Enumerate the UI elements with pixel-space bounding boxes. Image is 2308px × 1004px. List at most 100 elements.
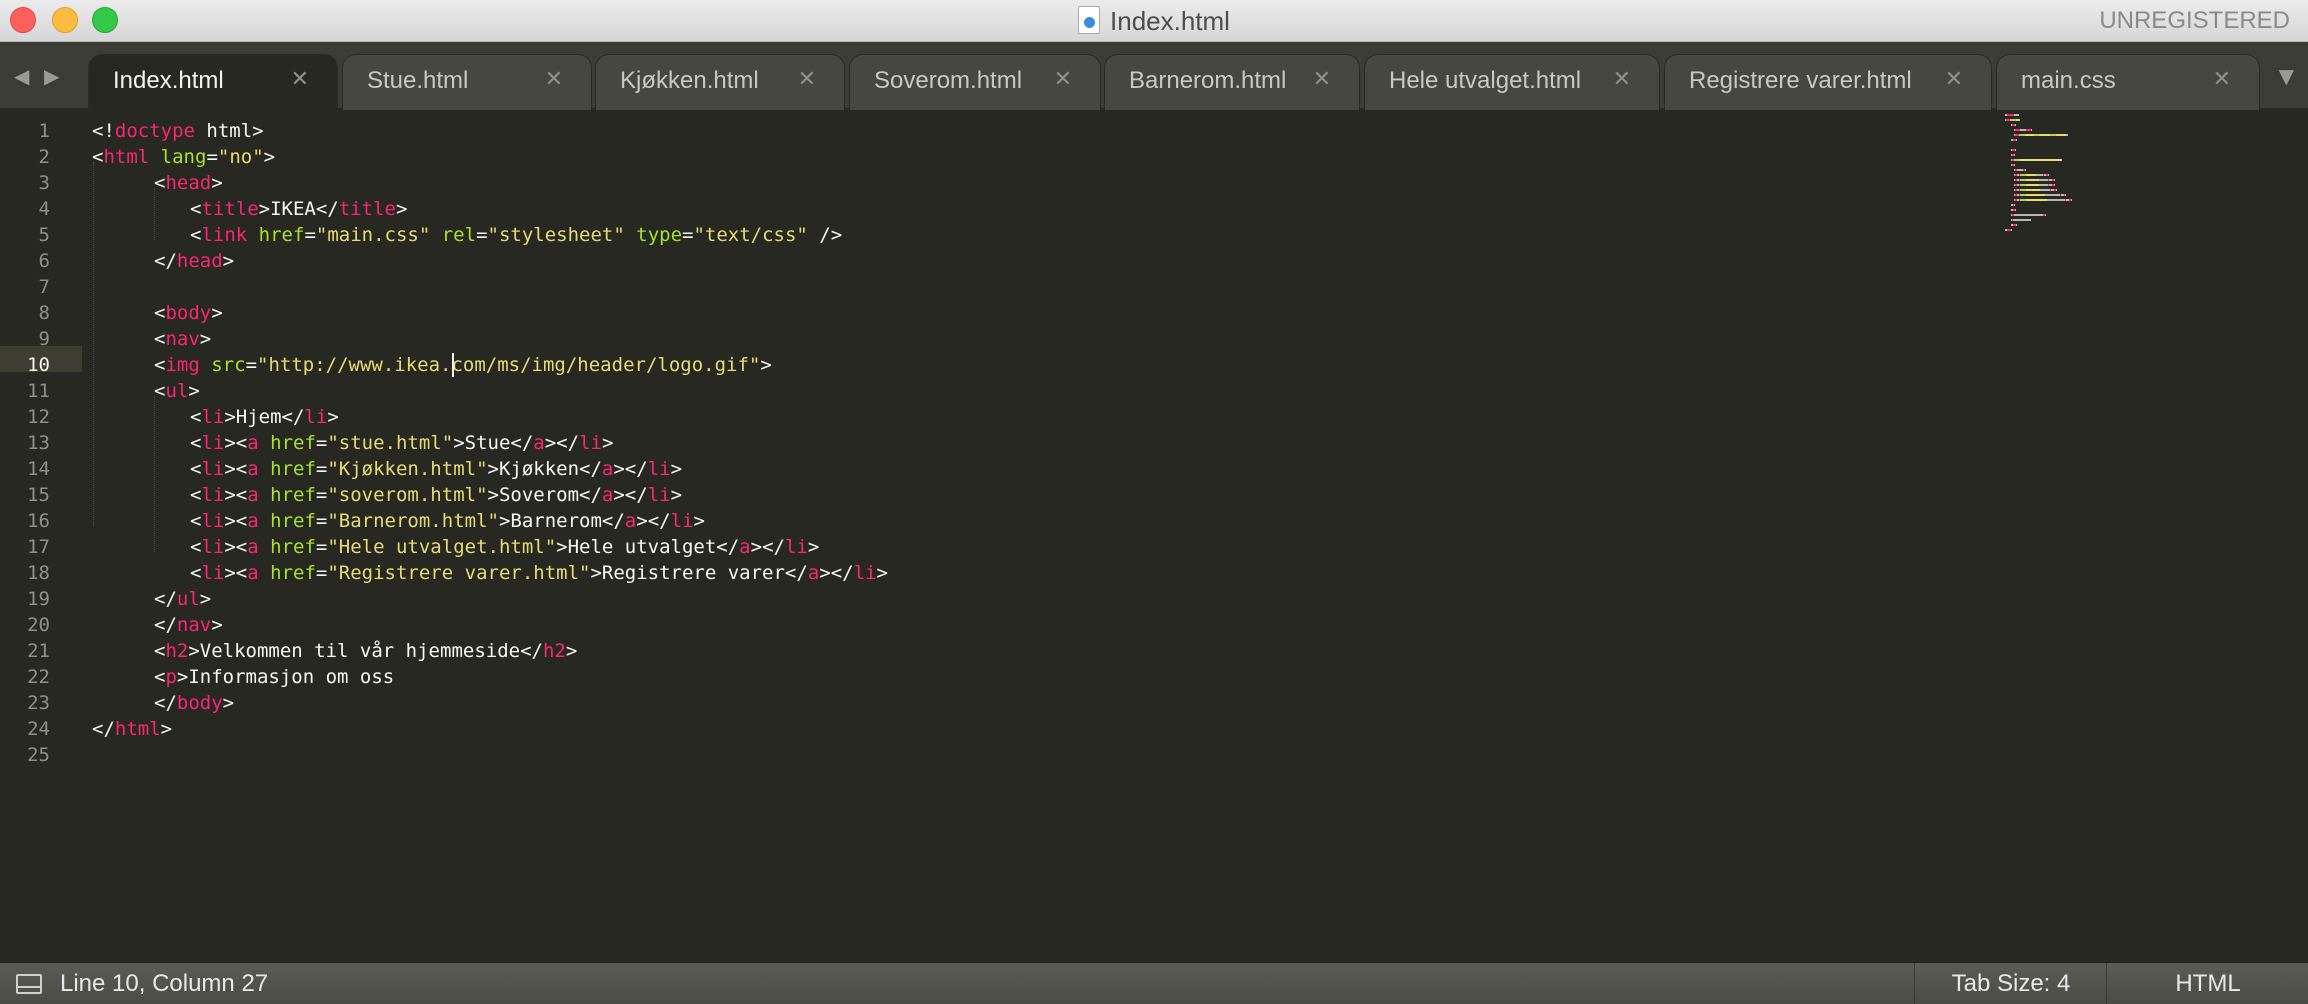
line-number: 16 [27, 510, 50, 532]
tab-1[interactable]: Stue.html ✕ [342, 54, 592, 110]
tab-2[interactable]: Kjøkken.html ✕ [595, 54, 845, 110]
code-token: a [624, 510, 637, 532]
code-editor[interactable]: 1 2 3 4 5 6 7 8 9 10 11 12 13 14 15 16 17 18 19 20 21 22 23 24 2… [0, 110, 2308, 962]
minimap-stroke [2016, 224, 2018, 226]
code-token: = [304, 224, 316, 246]
arrow-right-icon[interactable]: ▶ [44, 64, 59, 88]
close-icon[interactable]: ✕ [1945, 67, 1963, 92]
code-token: "http://www.ikea.com/ms/img/header/logo.… [257, 354, 761, 376]
code-line: <link href="main.css" rel="stylesheet" t… [190, 222, 842, 248]
code-token: a [807, 562, 820, 584]
line-number: 5 [38, 224, 50, 246]
code-token: >< [224, 432, 248, 454]
status-divider [1914, 963, 1915, 1004]
status-bar: Line 10, Column 27 Tab Size: 4 HTML [0, 962, 2308, 1004]
code-token: >Hele utvalget</ [556, 536, 740, 558]
line-number: 17 [27, 536, 50, 558]
minimap-stroke [2012, 219, 2031, 221]
code-token: "Kjøkken.html" [327, 458, 488, 480]
code-line: <title>IKEA</title> [190, 196, 407, 222]
tab-label: Registrere varer.html [1689, 67, 1912, 94]
code-line: <nav> [154, 326, 211, 352]
tab-label: main.css [2021, 67, 2116, 94]
code-token: >< [224, 510, 248, 532]
line-number: 9 [38, 328, 50, 350]
code-token: a [533, 432, 545, 454]
minimap-stroke [2015, 124, 2017, 126]
minimap-stroke [2031, 129, 2033, 131]
minimap-stroke [2038, 179, 2049, 181]
code-token: </ [154, 250, 177, 272]
code-token: </ [154, 614, 177, 636]
code-token: < [190, 224, 202, 246]
minimap-stroke [2025, 199, 2048, 201]
code-token: > [327, 406, 339, 428]
code-token: > [199, 588, 212, 610]
minimap-stroke [2014, 204, 2016, 206]
code-token: html [114, 718, 161, 740]
minimap-stroke [2054, 184, 2056, 186]
line-number: 18 [27, 562, 50, 584]
code-token: ></ [750, 536, 785, 558]
line-number: 19 [27, 588, 50, 610]
code-token: html [103, 146, 150, 168]
code-token: > [395, 198, 408, 220]
code-token: > [601, 432, 614, 454]
minimap-stroke [2025, 189, 2040, 191]
code-token: h2 [165, 640, 189, 662]
code-token: a [601, 484, 614, 506]
code-token: ></ [636, 510, 671, 532]
close-icon[interactable]: ✕ [1313, 67, 1331, 92]
code-token: li [579, 432, 602, 454]
line-number: 11 [27, 380, 50, 402]
chevron-down-icon[interactable]: ▼ [2279, 64, 2294, 88]
code-token: > [211, 172, 223, 194]
panel-toggle-icon[interactable] [16, 974, 42, 994]
arrow-left-icon[interactable]: ◀ [14, 64, 29, 88]
code-token: a [247, 562, 259, 584]
code-area[interactable]: <!doctype html> <html lang="no"> <head> <ti… [92, 110, 1992, 962]
close-icon[interactable]: ✕ [1054, 67, 1072, 92]
code-token: >< [224, 484, 248, 506]
minimap[interactable] [2005, 110, 2125, 250]
tab-4[interactable]: Barnerom.html ✕ [1104, 54, 1360, 110]
code-line: <p>Informasjon om oss [154, 664, 394, 690]
code-token: < [190, 562, 202, 584]
minimap-stroke [2025, 169, 2027, 171]
close-icon[interactable]: ✕ [1613, 67, 1631, 92]
code-token: >Informasjon om oss [176, 666, 395, 688]
minimap-stroke [2056, 134, 2066, 136]
code-line: <li><a href="stue.html">Stue</a></li> [190, 430, 613, 456]
close-icon[interactable]: ✕ [545, 67, 563, 92]
code-token: a [247, 510, 259, 532]
code-line: </ul> [154, 586, 211, 612]
code-token: href [270, 484, 316, 506]
syntax-selector[interactable]: HTML [2108, 970, 2308, 998]
code-token: >Registrere varer</ [590, 562, 808, 584]
code-token: li [201, 536, 225, 558]
code-token: > [565, 640, 578, 662]
tab-6[interactable]: Registrere varer.html ✕ [1664, 54, 1992, 110]
code-token: = [315, 484, 328, 506]
tab-size-selector[interactable]: Tab Size: 4 [1916, 970, 2106, 998]
line-number: 3 [38, 172, 50, 194]
code-token: = [315, 562, 328, 584]
close-icon[interactable]: ✕ [291, 67, 309, 92]
code-token: ul [165, 380, 189, 402]
minimap-stroke [2016, 169, 2024, 171]
tab-0[interactable]: Index.html ✕ [88, 54, 338, 112]
tab-7[interactable]: main.css ✕ [1996, 54, 2260, 110]
code-token: li [647, 458, 671, 480]
close-icon[interactable]: ✕ [798, 67, 816, 92]
tab-5[interactable]: Hele utvalget.html ✕ [1364, 54, 1660, 110]
minimap-stroke [2048, 174, 2050, 176]
code-token: li [201, 432, 225, 454]
text-cursor [451, 353, 454, 377]
code-token: = [245, 354, 258, 376]
tab-3[interactable]: Soverom.html ✕ [849, 54, 1101, 110]
tab-bar: ◀ ▶ Index.html ✕ Stue.html ✕ Kjøkken.html ✕ So… [0, 42, 2308, 112]
code-line: </html> [92, 716, 172, 742]
close-icon[interactable]: ✕ [2213, 67, 2231, 92]
